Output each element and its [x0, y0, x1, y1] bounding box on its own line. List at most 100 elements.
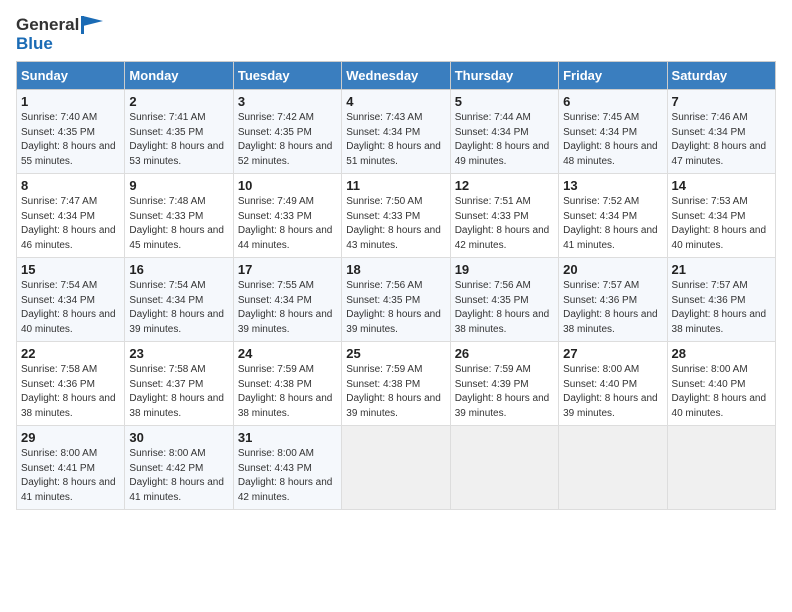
- calendar-cell: 23 Sunrise: 7:58 AMSunset: 4:37 PMDaylig…: [125, 342, 233, 426]
- weekday-saturday: Saturday: [667, 62, 775, 90]
- calendar-cell: 30 Sunrise: 8:00 AMSunset: 4:42 PMDaylig…: [125, 426, 233, 510]
- day-number: 10: [238, 178, 337, 193]
- day-number: 28: [672, 346, 771, 361]
- week-row-5: 29 Sunrise: 8:00 AMSunset: 4:41 PMDaylig…: [17, 426, 776, 510]
- day-number: 18: [346, 262, 445, 277]
- day-number: 26: [455, 346, 554, 361]
- day-info: Sunrise: 7:54 AMSunset: 4:34 PMDaylight:…: [129, 279, 228, 337]
- calendar-cell: 16 Sunrise: 7:54 AMSunset: 4:34 PMDaylig…: [125, 258, 233, 342]
- day-info: Sunrise: 7:59 AMSunset: 4:39 PMDaylight:…: [455, 363, 554, 421]
- calendar-cell: 6 Sunrise: 7:45 AMSunset: 4:34 PMDayligh…: [559, 90, 667, 174]
- day-info: Sunrise: 7:44 AMSunset: 4:34 PMDaylight:…: [455, 111, 554, 169]
- day-info: Sunrise: 7:43 AMSunset: 4:34 PMDaylight:…: [346, 111, 445, 169]
- weekday-sunday: Sunday: [17, 62, 125, 90]
- day-number: 14: [672, 178, 771, 193]
- page-header: General Blue: [16, 16, 776, 53]
- day-number: 3: [238, 94, 337, 109]
- weekday-tuesday: Tuesday: [233, 62, 341, 90]
- calendar-cell: 15 Sunrise: 7:54 AMSunset: 4:34 PMDaylig…: [17, 258, 125, 342]
- day-number: 16: [129, 262, 228, 277]
- day-number: 19: [455, 262, 554, 277]
- day-number: 31: [238, 430, 337, 445]
- week-row-1: 1 Sunrise: 7:40 AMSunset: 4:35 PMDayligh…: [17, 90, 776, 174]
- day-info: Sunrise: 8:00 AMSunset: 4:40 PMDaylight:…: [563, 363, 662, 421]
- weekday-wednesday: Wednesday: [342, 62, 450, 90]
- day-info: Sunrise: 8:00 AMSunset: 4:42 PMDaylight:…: [129, 447, 228, 505]
- day-number: 4: [346, 94, 445, 109]
- calendar-cell: 14 Sunrise: 7:53 AMSunset: 4:34 PMDaylig…: [667, 174, 775, 258]
- logo-flag-icon: [81, 16, 103, 34]
- calendar-cell: 17 Sunrise: 7:55 AMSunset: 4:34 PMDaylig…: [233, 258, 341, 342]
- calendar-cell: 1 Sunrise: 7:40 AMSunset: 4:35 PMDayligh…: [17, 90, 125, 174]
- day-info: Sunrise: 7:58 AMSunset: 4:37 PMDaylight:…: [129, 363, 228, 421]
- calendar-cell: 4 Sunrise: 7:43 AMSunset: 4:34 PMDayligh…: [342, 90, 450, 174]
- day-number: 30: [129, 430, 228, 445]
- calendar-cell: 9 Sunrise: 7:48 AMSunset: 4:33 PMDayligh…: [125, 174, 233, 258]
- day-info: Sunrise: 7:56 AMSunset: 4:35 PMDaylight:…: [455, 279, 554, 337]
- calendar-cell: [559, 426, 667, 510]
- calendar-cell: 25 Sunrise: 7:59 AMSunset: 4:38 PMDaylig…: [342, 342, 450, 426]
- calendar-cell: 21 Sunrise: 7:57 AMSunset: 4:36 PMDaylig…: [667, 258, 775, 342]
- day-number: 15: [21, 262, 120, 277]
- logo-blue: Blue: [16, 35, 53, 54]
- week-row-3: 15 Sunrise: 7:54 AMSunset: 4:34 PMDaylig…: [17, 258, 776, 342]
- day-number: 8: [21, 178, 120, 193]
- day-info: Sunrise: 7:45 AMSunset: 4:34 PMDaylight:…: [563, 111, 662, 169]
- day-number: 20: [563, 262, 662, 277]
- calendar-cell: 24 Sunrise: 7:59 AMSunset: 4:38 PMDaylig…: [233, 342, 341, 426]
- day-info: Sunrise: 7:48 AMSunset: 4:33 PMDaylight:…: [129, 195, 228, 253]
- day-number: 25: [346, 346, 445, 361]
- calendar-cell: 5 Sunrise: 7:44 AMSunset: 4:34 PMDayligh…: [450, 90, 558, 174]
- day-number: 21: [672, 262, 771, 277]
- calendar-cell: 7 Sunrise: 7:46 AMSunset: 4:34 PMDayligh…: [667, 90, 775, 174]
- day-info: Sunrise: 8:00 AMSunset: 4:43 PMDaylight:…: [238, 447, 337, 505]
- weekday-monday: Monday: [125, 62, 233, 90]
- day-info: Sunrise: 7:47 AMSunset: 4:34 PMDaylight:…: [21, 195, 120, 253]
- calendar-cell: 26 Sunrise: 7:59 AMSunset: 4:39 PMDaylig…: [450, 342, 558, 426]
- calendar-cell: 27 Sunrise: 8:00 AMSunset: 4:40 PMDaylig…: [559, 342, 667, 426]
- day-info: Sunrise: 8:00 AMSunset: 4:40 PMDaylight:…: [672, 363, 771, 421]
- day-info: Sunrise: 7:49 AMSunset: 4:33 PMDaylight:…: [238, 195, 337, 253]
- day-number: 7: [672, 94, 771, 109]
- calendar-body: 1 Sunrise: 7:40 AMSunset: 4:35 PMDayligh…: [17, 90, 776, 510]
- weekday-friday: Friday: [559, 62, 667, 90]
- week-row-2: 8 Sunrise: 7:47 AMSunset: 4:34 PMDayligh…: [17, 174, 776, 258]
- day-info: Sunrise: 7:58 AMSunset: 4:36 PMDaylight:…: [21, 363, 120, 421]
- weekday-thursday: Thursday: [450, 62, 558, 90]
- day-info: Sunrise: 7:42 AMSunset: 4:35 PMDaylight:…: [238, 111, 337, 169]
- day-info: Sunrise: 7:59 AMSunset: 4:38 PMDaylight:…: [346, 363, 445, 421]
- calendar-cell: [450, 426, 558, 510]
- day-info: Sunrise: 7:55 AMSunset: 4:34 PMDaylight:…: [238, 279, 337, 337]
- day-number: 12: [455, 178, 554, 193]
- day-info: Sunrise: 7:57 AMSunset: 4:36 PMDaylight:…: [563, 279, 662, 337]
- day-info: Sunrise: 7:52 AMSunset: 4:34 PMDaylight:…: [563, 195, 662, 253]
- calendar-cell: [667, 426, 775, 510]
- day-info: Sunrise: 7:50 AMSunset: 4:33 PMDaylight:…: [346, 195, 445, 253]
- day-info: Sunrise: 7:57 AMSunset: 4:36 PMDaylight:…: [672, 279, 771, 337]
- logo-text-block: General Blue: [16, 16, 103, 53]
- calendar-cell: 11 Sunrise: 7:50 AMSunset: 4:33 PMDaylig…: [342, 174, 450, 258]
- day-number: 24: [238, 346, 337, 361]
- day-number: 2: [129, 94, 228, 109]
- calendar-cell: 19 Sunrise: 7:56 AMSunset: 4:35 PMDaylig…: [450, 258, 558, 342]
- day-number: 17: [238, 262, 337, 277]
- day-number: 22: [21, 346, 120, 361]
- calendar-cell: 3 Sunrise: 7:42 AMSunset: 4:35 PMDayligh…: [233, 90, 341, 174]
- day-number: 11: [346, 178, 445, 193]
- calendar-cell: 13 Sunrise: 7:52 AMSunset: 4:34 PMDaylig…: [559, 174, 667, 258]
- day-info: Sunrise: 7:51 AMSunset: 4:33 PMDaylight:…: [455, 195, 554, 253]
- day-info: Sunrise: 8:00 AMSunset: 4:41 PMDaylight:…: [21, 447, 120, 505]
- day-info: Sunrise: 7:59 AMSunset: 4:38 PMDaylight:…: [238, 363, 337, 421]
- day-info: Sunrise: 7:41 AMSunset: 4:35 PMDaylight:…: [129, 111, 228, 169]
- logo: General Blue: [16, 16, 103, 53]
- calendar-table: SundayMondayTuesdayWednesdayThursdayFrid…: [16, 61, 776, 510]
- calendar-cell: 12 Sunrise: 7:51 AMSunset: 4:33 PMDaylig…: [450, 174, 558, 258]
- calendar-cell: 31 Sunrise: 8:00 AMSunset: 4:43 PMDaylig…: [233, 426, 341, 510]
- day-number: 23: [129, 346, 228, 361]
- calendar-cell: 8 Sunrise: 7:47 AMSunset: 4:34 PMDayligh…: [17, 174, 125, 258]
- calendar-cell: [342, 426, 450, 510]
- day-number: 1: [21, 94, 120, 109]
- week-row-4: 22 Sunrise: 7:58 AMSunset: 4:36 PMDaylig…: [17, 342, 776, 426]
- day-info: Sunrise: 7:40 AMSunset: 4:35 PMDaylight:…: [21, 111, 120, 169]
- day-number: 29: [21, 430, 120, 445]
